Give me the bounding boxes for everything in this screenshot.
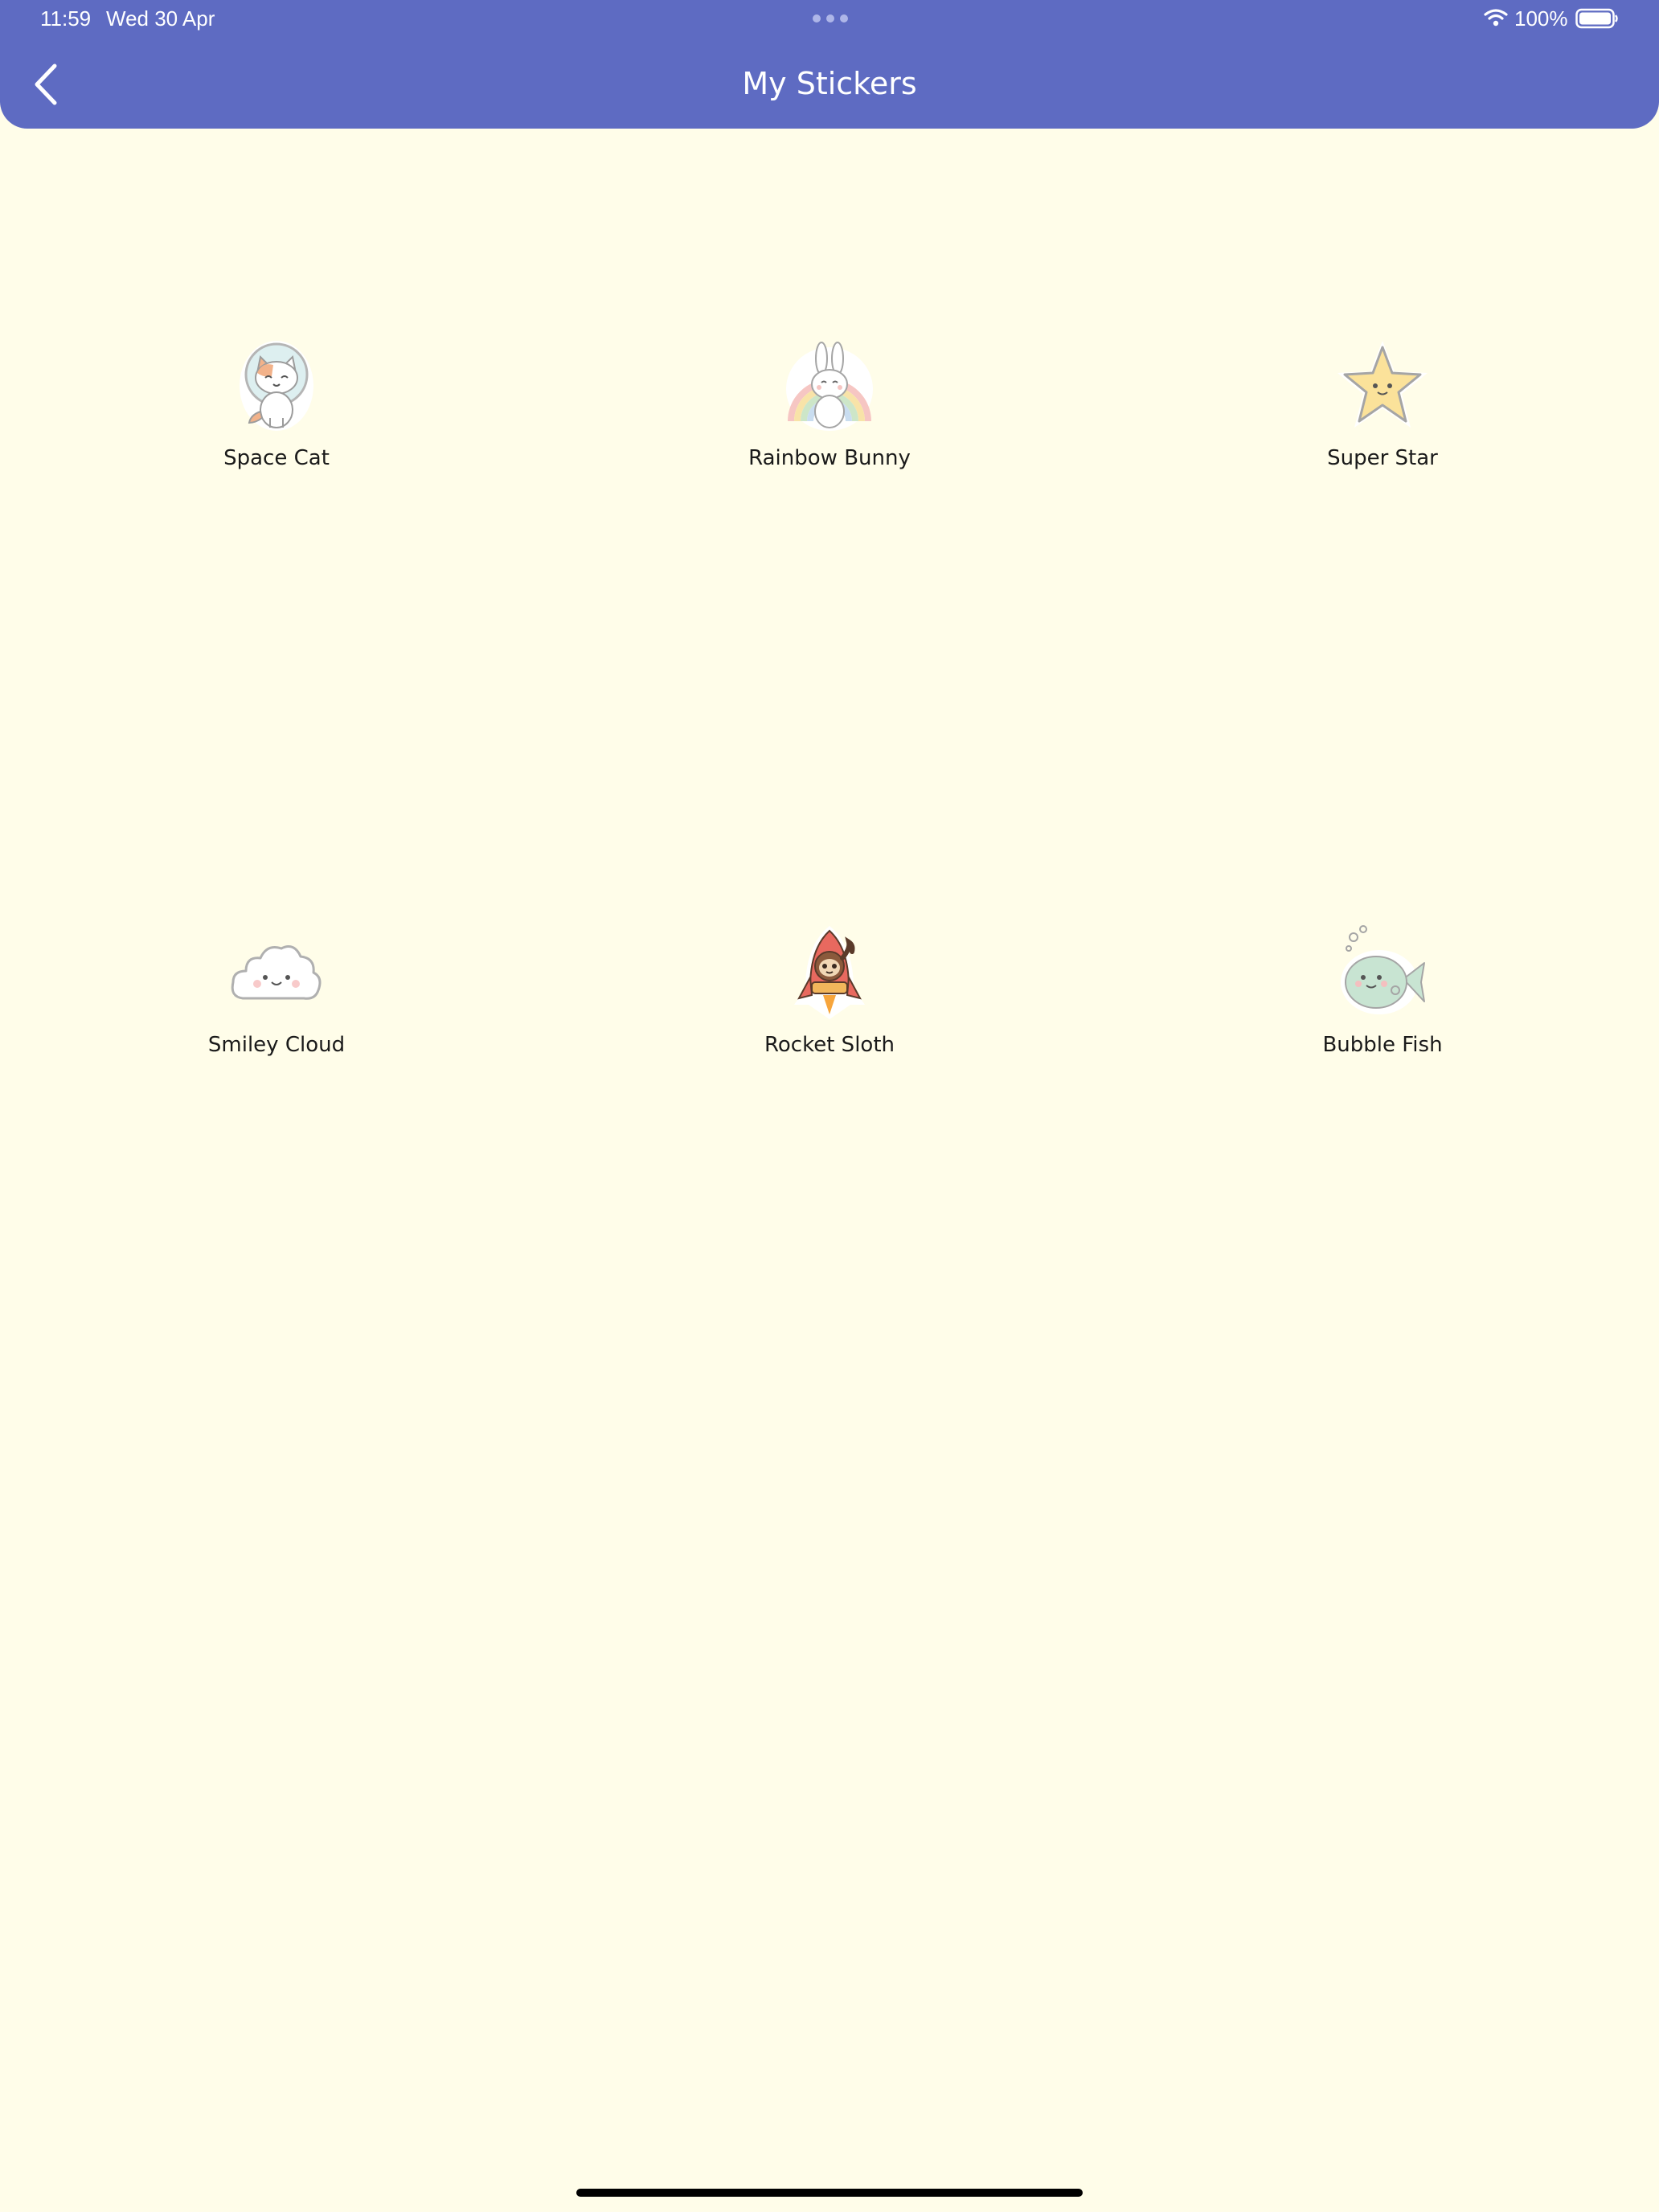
- sticker-bubble-fish[interactable]: Bubble Fish: [1106, 924, 1659, 1059]
- sticker-super-star[interactable]: Super Star: [1106, 338, 1659, 473]
- status-time: 11:59: [40, 6, 92, 31]
- sticker-grid: Space Cat Rainbow Bunny Super Star Smile…: [0, 338, 1659, 1059]
- rainbow-bunny-sticker-icon: [786, 342, 873, 431]
- top-bar: 11:59 Wed 30 Apr 100% My Stickers: [0, 0, 1659, 129]
- sticker-label: Bubble Fish: [1322, 1033, 1443, 1057]
- sticker-label: Space Cat: [223, 446, 330, 470]
- sticker-smiley-cloud[interactable]: Smiley Cloud: [0, 924, 553, 1059]
- space-cat-sticker-icon: [240, 341, 313, 431]
- sticker-label: Rocket Sloth: [764, 1033, 895, 1057]
- sticker-label: Super Star: [1327, 446, 1438, 470]
- sticker-page: 11:59 Wed 30 Apr 100% My Stickers Space …: [0, 0, 1659, 2212]
- sticker-rainbow-bunny[interactable]: Rainbow Bunny: [553, 338, 1106, 473]
- battery-percentage: 100%: [1514, 6, 1568, 31]
- bubble-fish-sticker-icon: [1341, 925, 1425, 1014]
- super-star-sticker-icon: [1337, 341, 1428, 428]
- multitask-dots-icon[interactable]: [812, 14, 849, 23]
- sticker-label: Rainbow Bunny: [748, 446, 911, 470]
- home-indicator[interactable]: [576, 2189, 1083, 2197]
- wifi-icon: [1484, 9, 1508, 27]
- sticker-space-cat[interactable]: Space Cat: [0, 338, 553, 473]
- sticker-label: Smiley Cloud: [207, 1033, 346, 1057]
- page-title: My Stickers: [742, 66, 917, 101]
- rocket-sloth-sticker-icon: [794, 926, 865, 1019]
- battery-icon: [1575, 8, 1618, 29]
- status-date: Wed 30 Apr: [106, 6, 215, 31]
- smiley-cloud-sticker-icon: [231, 945, 322, 1000]
- sticker-rocket-sloth[interactable]: Rocket Sloth: [553, 924, 1106, 1059]
